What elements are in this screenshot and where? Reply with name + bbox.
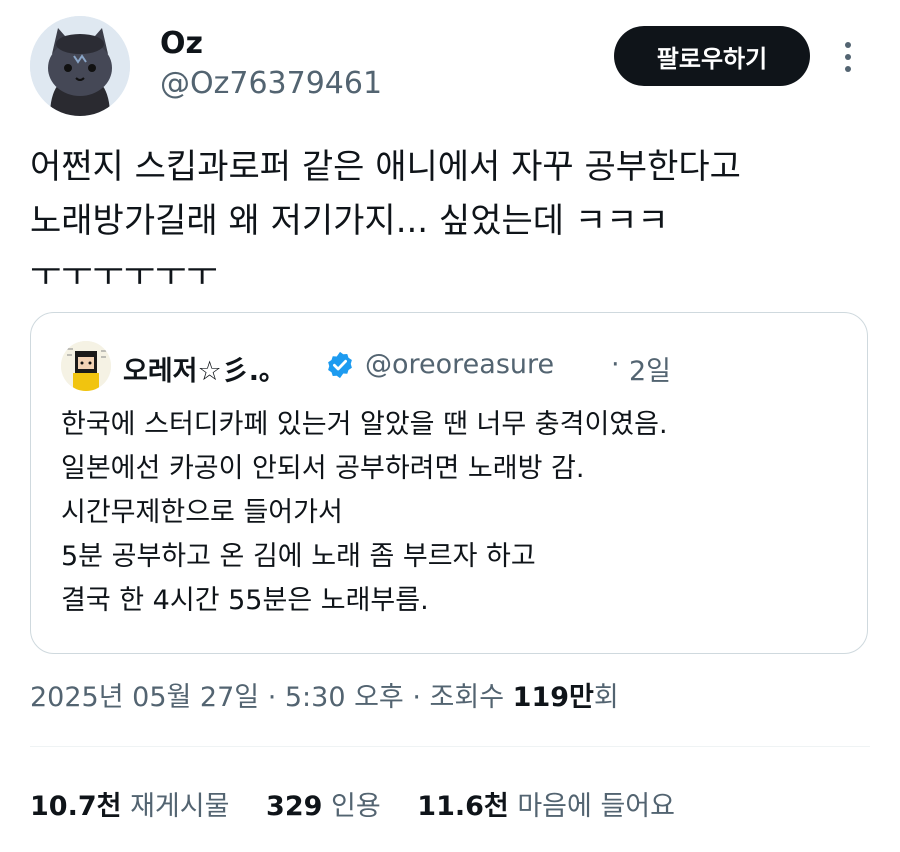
- author-name[interactable]: Oz: [160, 26, 203, 61]
- quoted-author-avatar[interactable]: [61, 341, 111, 391]
- author-handle[interactable]: @Oz76379461: [160, 66, 382, 101]
- quotes-stat[interactable]: 329 인용: [266, 791, 381, 822]
- quotes-count: 329: [266, 791, 323, 822]
- quoted-author-handle[interactable]: @oreoreasure: [365, 349, 554, 380]
- likes-label: 마음에 들어요: [517, 791, 675, 822]
- divider: [30, 746, 870, 747]
- quoted-tweet-text: 한국에 스터디카페 있는거 알았을 땐 너무 충격이였음. 일본에선 카공이 안…: [61, 409, 668, 616]
- follow-button[interactable]: 팔로우하기: [614, 26, 810, 86]
- quoted-author-name[interactable]: 오레저☆彡.｡: [123, 349, 272, 388]
- meta-separator: ·: [259, 682, 285, 713]
- engagement-stats: 10.7천 재게시물 329 인용 11.6천 마음에 들어요: [30, 784, 703, 823]
- quoted-timestamp[interactable]: 2일: [629, 349, 671, 388]
- tweet-text: 어쩐지 스킵과로퍼 같은 애니에서 자꾸 공부한다고 노래방가길래 왜 저기가지…: [30, 147, 741, 295]
- tweet-meta: 2025년 05월 27일 · 5:30 오후 · 조회수 119만회: [30, 675, 619, 714]
- views-count: 119만: [512, 682, 594, 713]
- retweets-label: 재게시물: [130, 791, 230, 822]
- verified-badge-icon: [325, 350, 355, 380]
- views-label: 조회수: [429, 682, 505, 713]
- retweets-count: 10.7천: [30, 791, 122, 822]
- quoted-separator: ·: [611, 349, 620, 380]
- tweet-date[interactable]: 2025년 05월 27일: [30, 682, 259, 713]
- likes-stat[interactable]: 11.6천 마음에 들어요: [417, 791, 675, 822]
- author-avatar[interactable]: [30, 16, 130, 116]
- likes-count: 11.6천: [417, 791, 509, 822]
- tweet-header: Oz @Oz76379461 팔로우하기: [30, 16, 870, 120]
- tweet-time[interactable]: 5:30 오후: [285, 682, 404, 713]
- retweets-stat[interactable]: 10.7천 재게시물: [30, 791, 229, 822]
- more-vertical-icon[interactable]: [842, 42, 854, 72]
- quoted-tweet[interactable]: 오레저☆彡.｡ @oreoreasure · 2일 한국에 스터디카페 있는거 …: [30, 312, 868, 654]
- views-suffix: 회: [593, 682, 619, 713]
- meta-separator: ·: [403, 682, 430, 713]
- quotes-label: 인용: [331, 791, 381, 822]
